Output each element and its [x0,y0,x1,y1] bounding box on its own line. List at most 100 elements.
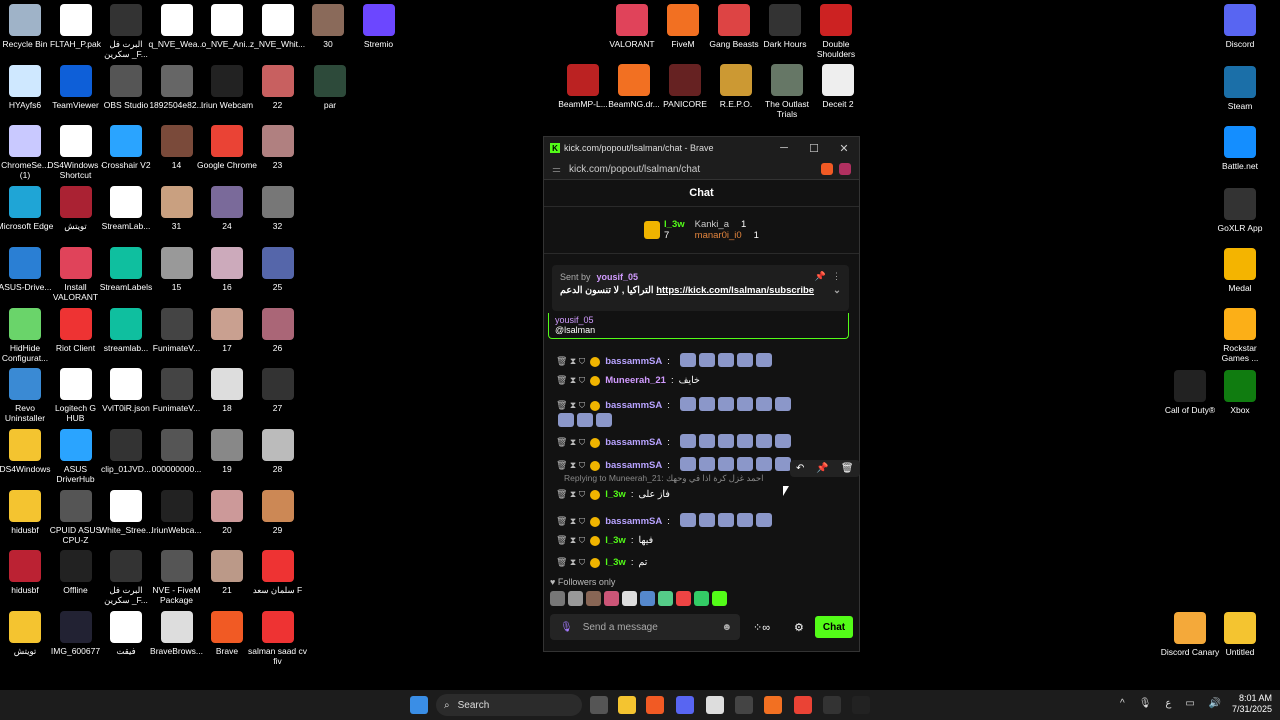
site-info-icon[interactable]: ⚌ [552,164,561,175]
chat-message[interactable]: 🗑 ⧗ ⛉ bassammSA: [556,457,794,474]
message-placeholder[interactable]: Send a message [583,622,658,633]
clock[interactable]: 8:01 AM 7/31/2025 [1232,693,1272,715]
language-indicator[interactable]: ع [1165,698,1171,709]
taskbar-search[interactable]: ⌕ Search [436,694,582,716]
microphone-tray-icon[interactable]: 🎙 [1139,698,1152,709]
desktop-icon[interactable]: Discord [1210,4,1270,49]
desktop-icon[interactable]: Steam [1210,66,1270,111]
desktop-icon[interactable]: 22 [248,64,308,110]
url-text[interactable]: kick.com/popout/lsalman/chat [569,164,700,175]
emote-icon[interactable] [604,591,619,606]
mod-actions-icons[interactable]: 🗑 ⧗ ⛉ [556,535,585,546]
leader-third-user[interactable]: manar0i_i0 [695,230,742,241]
emote-icon[interactable] [712,591,727,606]
brave-taskbar-icon[interactable] [646,696,664,714]
maximize-button[interactable]: ☐ [799,142,829,155]
brave-shields-icon[interactable] [821,163,833,175]
more-options-icon[interactable]: ⋮ [832,271,841,282]
window-titlebar[interactable]: K kick.com/popout/lsalman/chat - Brave ─… [544,137,859,159]
chat-username[interactable]: bassammSA [605,460,662,471]
delete-icon[interactable]: 🗑 [841,463,854,474]
emote-icon[interactable] [676,591,691,606]
emote-icon[interactable] [694,591,709,606]
store-icon[interactable] [706,696,724,714]
chat-message[interactable]: 🗑 ⧗ ⛉ bassammSA: [556,353,775,370]
desktop-icon[interactable]: par [300,64,360,110]
desktop-icon[interactable]: 23 [248,125,308,170]
send-chat-button[interactable]: Chat [815,616,853,638]
network-icon[interactable]: ▭ [1185,698,1194,709]
start-button-icon[interactable] [410,696,428,714]
desktop-icon[interactable]: 32 [248,186,308,231]
chat-message[interactable]: 🗑 ⧗ ⛉ l_3w: فيها [556,535,658,546]
mod-actions-icons[interactable]: 🗑 ⧗ ⛉ [556,400,585,411]
emote-icon[interactable] [622,591,637,606]
desktop-icon[interactable]: Untitled [1210,612,1270,657]
chat-message[interactable]: 🗑 ⧗ ⛉ l_3w: تم [556,557,652,568]
chat-username[interactable]: bassammSA [605,356,662,367]
mod-actions-icons[interactable]: 🗑 ⧗ ⛉ [556,356,585,367]
desktop-icon[interactable]: Double Shoulders [806,4,866,59]
discord-taskbar-icon[interactable] [676,696,694,714]
mod-actions-icons[interactable]: 🗑 ⧗ ⛉ [556,375,585,386]
pinned-user[interactable]: yousif_05 [597,272,639,282]
chrome-taskbar-icon[interactable] [794,696,812,714]
mod-actions-icons[interactable]: 🗑 ⧗ ⛉ [556,489,585,500]
file-explorer-icon[interactable] [618,696,636,714]
chat-message[interactable]: 🗑 ⧗ ⛉ bassammSA: [556,434,794,451]
chat-username[interactable]: l_3w [605,535,626,546]
task-view-icon[interactable] [590,696,608,714]
desktop-icon[interactable]: 28 [248,428,308,474]
volume-icon[interactable]: 🔊 [1209,698,1221,709]
desktop-icon[interactable]: Medal [1210,248,1270,293]
obs-taskbar-icon[interactable] [852,696,870,714]
microphone-icon[interactable]: 🎙 [560,622,573,633]
chat-username[interactable]: bassammSA [605,516,662,527]
emote-icon[interactable] [640,591,655,606]
desktop-icon[interactable]: Xbox [1210,370,1270,415]
desktop-icon[interactable]: salman saad cv fiv [248,611,308,666]
close-button[interactable]: ✕ [829,142,859,155]
desktop-icon[interactable]: Stremio [349,4,409,49]
brave-rewards-icon[interactable] [839,163,851,175]
goxlr-taskbar-icon[interactable] [823,696,841,714]
chevron-down-icon[interactable]: ⌄ [833,285,841,296]
mod-actions-icons[interactable]: 🗑 ⧗ ⛉ [556,557,585,568]
settings-gear-icon[interactable]: ⚙ [794,621,804,634]
chat-username[interactable]: l_3w [605,489,626,500]
pin-icon[interactable]: 📌 [815,271,826,282]
minimize-button[interactable]: ─ [769,142,799,155]
valorant-taskbar-icon[interactable] [735,696,753,714]
pinned-link[interactable]: https://kick.com/lsalman/subscribe [656,285,814,296]
pinned-message[interactable]: Sent by yousif_05 📌 ⋮ التراكيا , لا تنسو… [552,265,849,311]
points-icon[interactable]: ⁘∞ [753,621,770,634]
mod-actions-icons[interactable]: 🗑 ⧗ ⛉ [556,437,585,448]
chat-message[interactable]: 🗑 ⧗ ⛉ l_3w: فاز على [556,489,675,500]
chat-username[interactable]: Muneerah_21 [605,375,666,386]
fivem-taskbar-icon[interactable] [764,696,782,714]
chat-username[interactable]: bassammSA [605,437,662,448]
desktop-icon[interactable]: سلمان سعد F [248,550,308,595]
chat-message[interactable]: 🗑 ⧗ ⛉ Muneerah_21: خايف [556,375,705,386]
leader-first-user[interactable]: l_3w [664,219,685,230]
emoji-icon[interactable]: ☻ [721,622,732,633]
chat-message[interactable]: 🗑 ⧗ ⛉ bassammSA: [556,513,775,530]
emote-icon[interactable] [586,591,601,606]
address-bar[interactable]: ⚌ kick.com/popout/lsalman/chat [544,159,859,180]
emote-icon[interactable] [658,591,673,606]
desktop-icon[interactable]: Rockstar Games ... [1210,308,1270,363]
chat-username[interactable]: bassammSA [605,400,662,411]
desktop-icon[interactable]: Deceit 2 [808,64,868,109]
desktop-icon[interactable]: Battle.net [1210,126,1270,171]
mod-actions-icons[interactable]: 🗑 ⧗ ⛉ [556,460,585,471]
desktop-icon[interactable]: 29 [248,489,308,535]
desktop-icon[interactable]: 27 [248,368,308,413]
desktop-icon[interactable]: 25 [248,246,308,292]
mod-actions-icons[interactable]: 🗑 ⧗ ⛉ [556,516,585,527]
pin-message-icon[interactable]: 📌 [816,463,828,474]
tray-chevron-icon[interactable]: ^ [1120,698,1125,709]
reply-icon[interactable]: ↶ [796,463,804,474]
emote-icon[interactable] [550,591,565,606]
desktop-icon[interactable]: GoXLR App [1210,188,1270,233]
desktop-icon[interactable]: 26 [248,307,308,353]
